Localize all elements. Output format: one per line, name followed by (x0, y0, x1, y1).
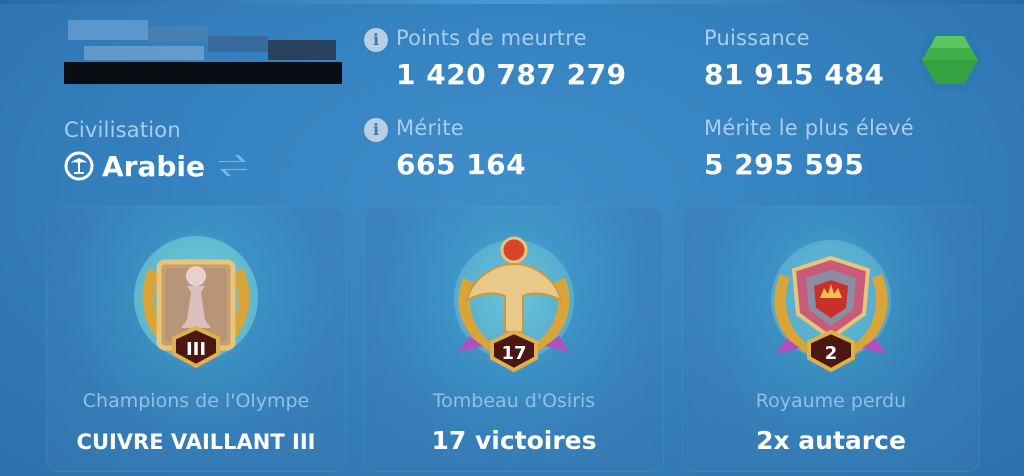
player-name-obscured (64, 16, 344, 86)
green-hexagon-gem-icon[interactable] (914, 28, 986, 92)
kill-points-value: 1 420 787 279 (396, 58, 627, 91)
kill-points-label: Points de meurtre (396, 26, 587, 50)
power-value: 81 915 484 (704, 58, 885, 91)
card-title: Tombeau d'Osiris (432, 390, 596, 412)
pawn-laurel-badge-icon: III (134, 236, 258, 369)
highest-merit-label: Mérite le plus élevé (704, 116, 914, 140)
info-icon[interactable]: i (364, 118, 388, 142)
badge-rank-text: 17 (501, 343, 526, 364)
civilization-label: Civilisation (64, 118, 181, 142)
badge-rank-text: III (186, 339, 206, 360)
swap-arrows-icon[interactable] (215, 151, 251, 181)
champions-olympus-card[interactable]: III Champions de l'Olympe CUIVRE VAILLAN… (46, 206, 346, 472)
merit-label: Mérite (396, 116, 464, 140)
card-value: CUIVRE VAILLANT III (76, 430, 316, 454)
crown-shield-laurel-badge-icon: 2 (771, 240, 891, 373)
card-value: 2x autarce (756, 426, 906, 455)
info-icon[interactable]: i (364, 28, 388, 52)
card-value: 17 victoires (431, 426, 597, 455)
badge-rank-text: 2 (825, 343, 838, 364)
falcon-laurel-badge-icon: 17 (454, 236, 574, 373)
power-label: Puissance (704, 26, 810, 50)
palm-icon (64, 151, 94, 181)
osiris-tomb-card[interactable]: 17 Tombeau d'Osiris 17 victoires (364, 206, 664, 472)
civilization-value: Arabie (102, 149, 206, 183)
card-title: Royaume perdu (755, 390, 907, 412)
civilization-row: Arabie (64, 148, 251, 184)
highest-merit-value: 5 295 595 (704, 148, 865, 181)
lost-kingdom-card[interactable]: 2 Royaume perdu 2x autarce (682, 206, 980, 472)
card-title: Champions de l'Olympe (82, 390, 310, 412)
top-border (0, 0, 1024, 4)
merit-value: 665 164 (396, 148, 527, 181)
